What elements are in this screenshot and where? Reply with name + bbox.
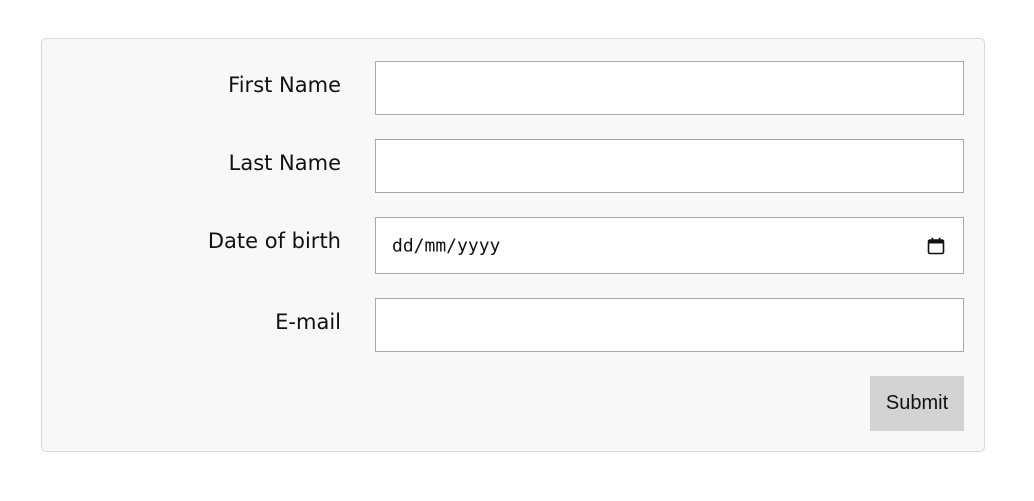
email-label: E-mail (275, 310, 341, 334)
first-name-label: First Name (228, 73, 341, 97)
submit-button[interactable]: Submit (870, 376, 964, 431)
calendar-icon[interactable] (927, 237, 945, 255)
registration-form: First Name Last Name Date of birth dd/mm… (41, 38, 985, 452)
email-input[interactable] (375, 298, 964, 352)
date-of-birth-input[interactable]: dd/mm/yyyy (375, 217, 964, 274)
last-name-label: Last Name (228, 151, 341, 175)
first-name-input[interactable] (375, 61, 964, 115)
date-placeholder: dd/mm/yyyy (392, 235, 501, 256)
last-name-input[interactable] (375, 139, 964, 193)
date-of-birth-label: Date of birth (207, 229, 341, 253)
